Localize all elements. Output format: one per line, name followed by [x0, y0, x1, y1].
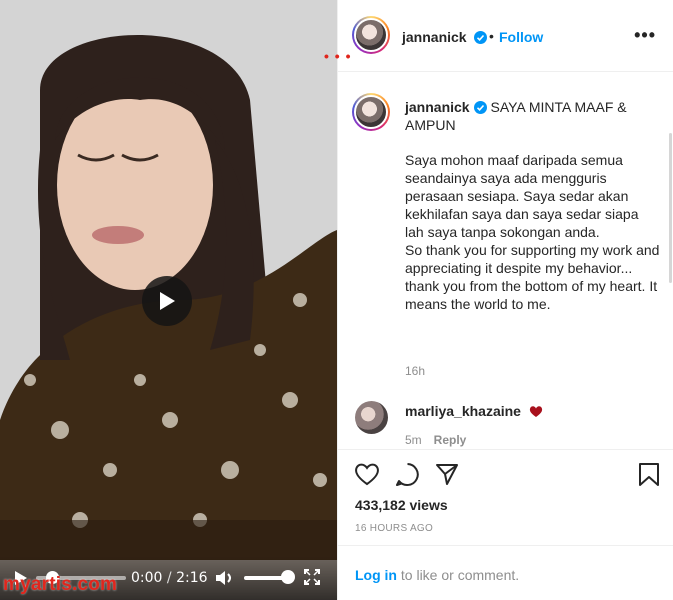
post-panel: • • • jannanick • Follow ••• jannanick S…	[324, 0, 673, 600]
login-bar: Log in to like or comment.	[338, 545, 673, 600]
login-rest: to like or comment.	[397, 567, 520, 583]
avatar[interactable]	[352, 16, 390, 54]
fullscreen-button[interactable]	[304, 569, 320, 585]
volume-handle[interactable]	[281, 570, 295, 584]
comment-button[interactable]	[395, 462, 420, 487]
volume-button[interactable]	[215, 570, 235, 586]
caption-avatar[interactable]	[352, 93, 390, 131]
red-heart-icon	[529, 406, 542, 417]
post-actions: 433,182 views 16 HOURS AGO	[338, 449, 673, 545]
header-dot: •	[489, 28, 494, 44]
caption-time[interactable]: 16h	[405, 364, 425, 378]
bookmark-icon	[639, 463, 659, 486]
play-icon	[160, 292, 175, 310]
reply-button[interactable]: Reply	[434, 433, 467, 447]
current-time: 0:00	[131, 570, 163, 586]
speaker-icon	[216, 571, 231, 585]
post-age[interactable]: 16 HOURS AGO	[355, 523, 433, 534]
view-count[interactable]: 433,182 views	[355, 497, 448, 513]
comment-avatar[interactable]	[355, 401, 388, 434]
comment-username[interactable]: marliya_khazaine	[405, 403, 521, 419]
caption-username[interactable]: jannanick	[405, 99, 470, 115]
verified-badge-icon	[474, 31, 488, 44]
duration: 2:16	[176, 570, 208, 586]
video-player[interactable]: 0:00 / 2:16 myartis.com	[0, 0, 337, 600]
time-display: 0:00 / 2:16	[131, 570, 208, 586]
fullscreen-icon	[304, 569, 320, 585]
login-prompt: Log in to like or comment.	[355, 567, 519, 583]
comment-line: marliya_khazaine	[405, 403, 543, 419]
play-overlay-button[interactable]	[142, 276, 192, 326]
login-link[interactable]: Log in	[355, 567, 397, 583]
comment-meta: 5m Reply	[405, 433, 466, 447]
watermark: myartis.com	[3, 574, 118, 595]
save-button[interactable]	[638, 462, 660, 487]
comments-section: jannanick SAYA MINTA MAAF & AMPUN Saya m…	[338, 73, 673, 448]
paper-plane-icon	[436, 464, 458, 485]
header-username[interactable]: jannanick	[402, 29, 488, 45]
scrollbar[interactable]	[669, 133, 672, 283]
like-button[interactable]	[354, 462, 380, 486]
verified-badge-icon	[473, 101, 487, 114]
share-button[interactable]	[435, 462, 459, 486]
heart-outline-icon	[355, 463, 379, 486]
speech-bubble-icon	[396, 463, 419, 486]
more-options-button[interactable]: •••	[634, 25, 656, 46]
red-marker: • • •	[324, 48, 352, 64]
username-text[interactable]: jannanick	[402, 29, 467, 45]
time-separator: /	[166, 570, 172, 586]
caption-body: Saya mohon maaf daripada semua seandainy…	[405, 152, 660, 312]
comment-time[interactable]: 5m	[405, 433, 422, 447]
follow-button[interactable]: Follow	[499, 29, 543, 45]
caption-title-line: jannanick SAYA MINTA MAAF & AMPUN	[405, 98, 665, 134]
post-header: • • • jannanick • Follow •••	[324, 0, 673, 72]
